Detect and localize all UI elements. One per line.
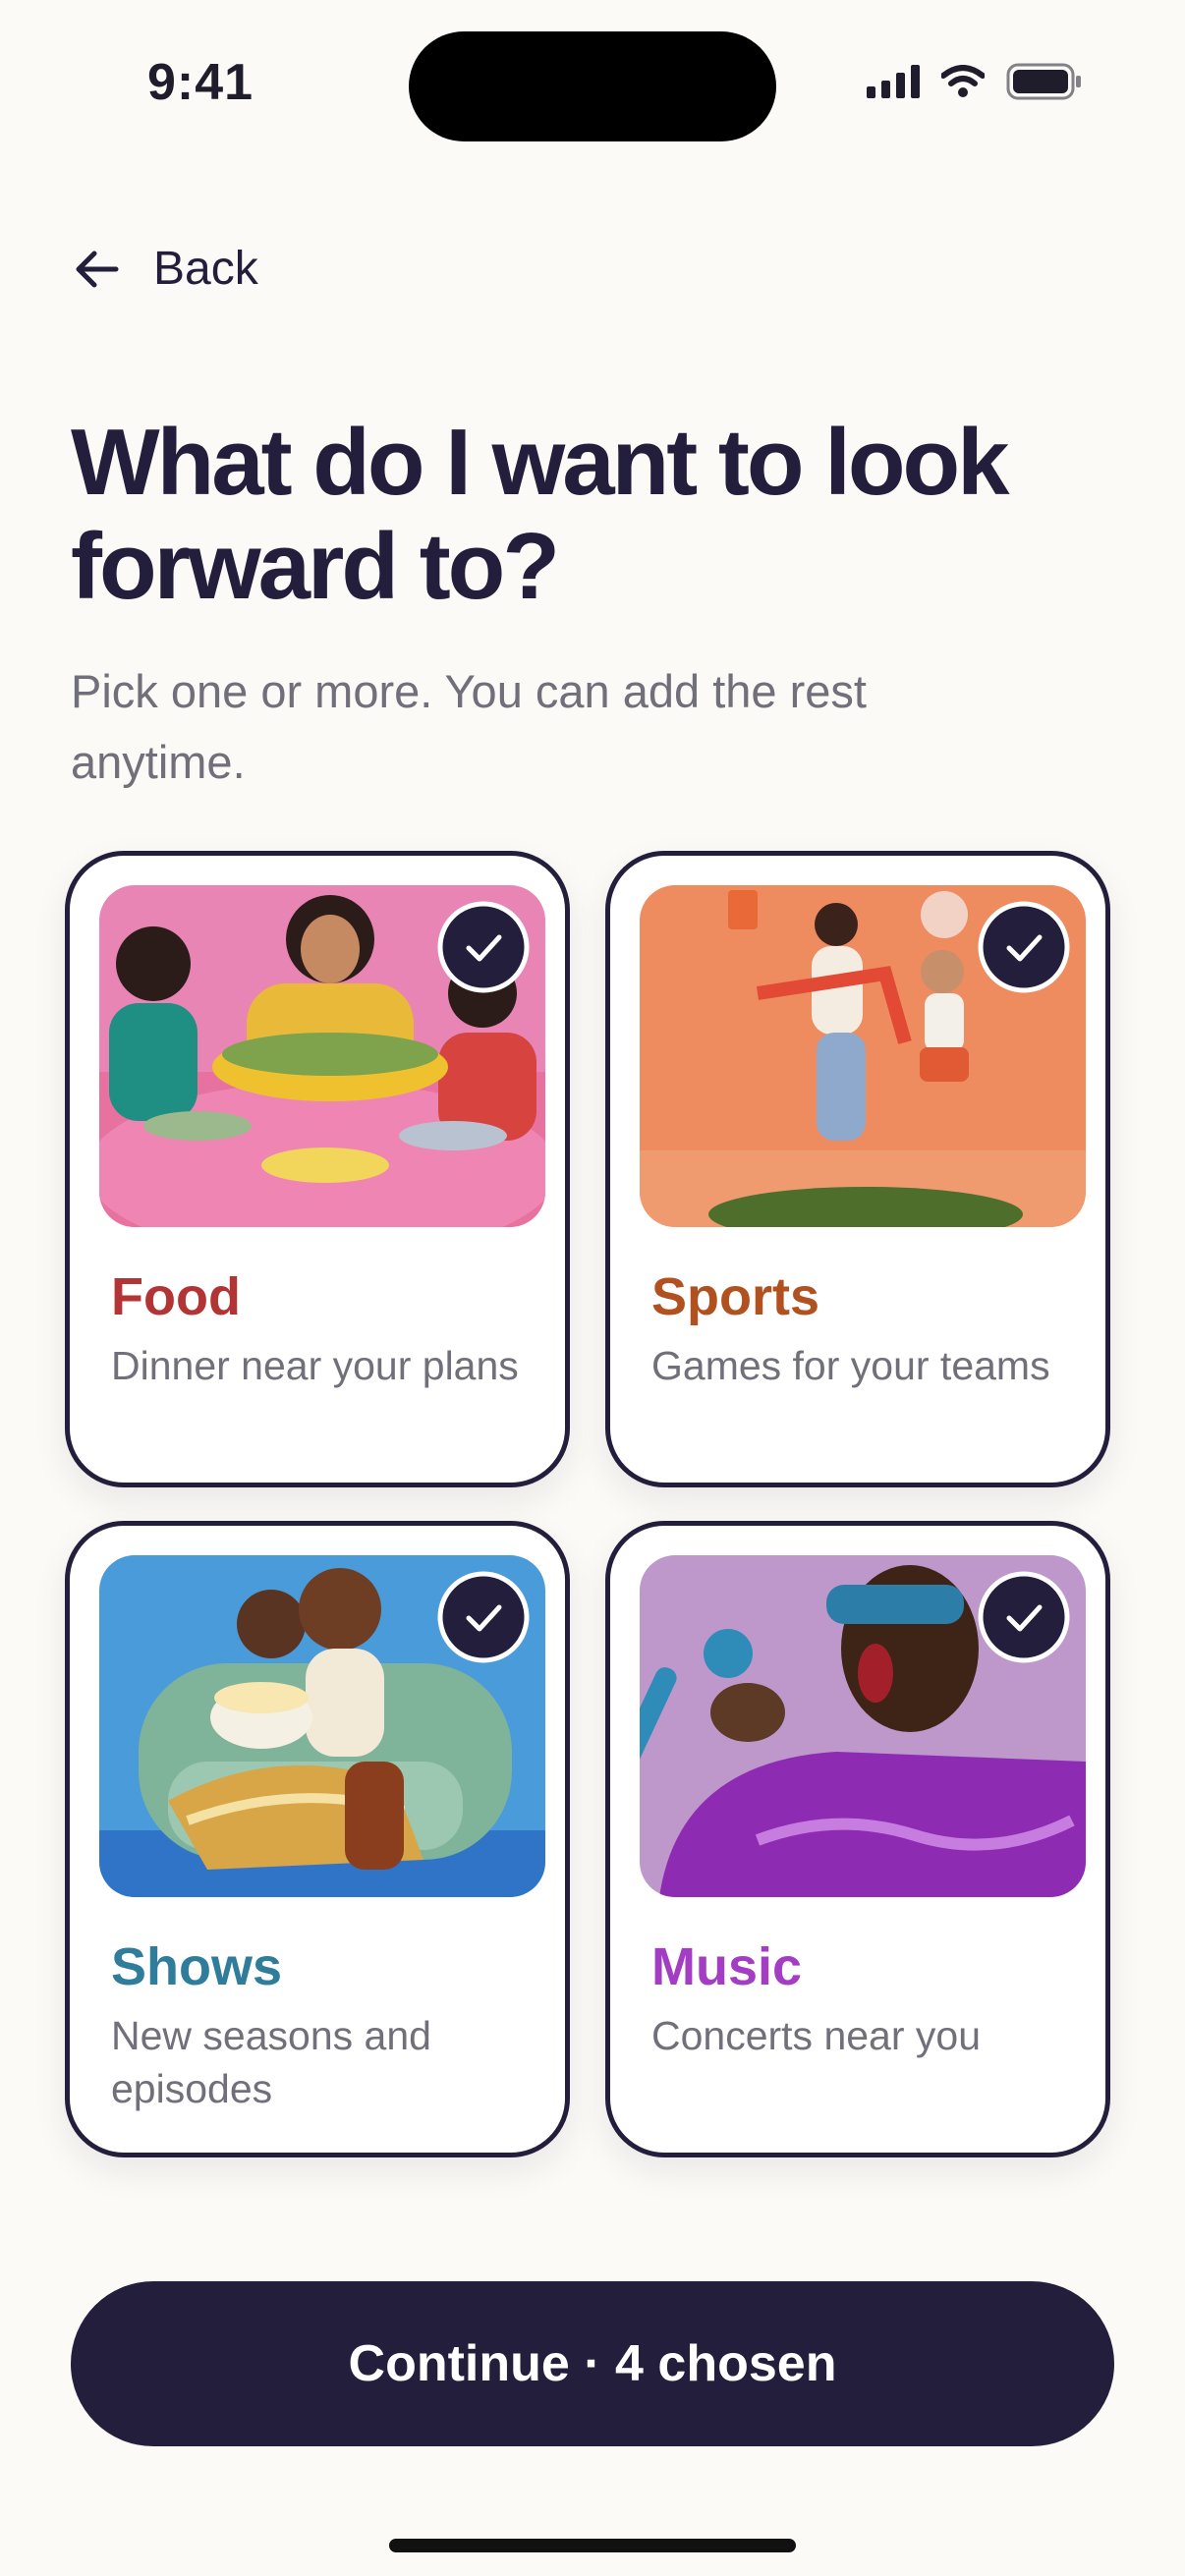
back-label: Back (153, 243, 258, 295)
continue-button[interactable]: Continue · 4 chosen (71, 2281, 1114, 2446)
page-title: What do I want to look forward to? (71, 410, 1010, 619)
checkmark-icon (978, 1571, 1070, 1663)
card-title: Sports (651, 1267, 820, 1326)
interest-card-sports[interactable]: Sports Games for your teams (605, 851, 1110, 1487)
interest-card-food[interactable]: Food Dinner near your plans (65, 851, 570, 1487)
interest-card-shows[interactable]: Shows New seasons and episodes (65, 1521, 570, 2157)
card-title: Shows (111, 1937, 283, 1996)
sports-photo (640, 885, 1086, 1227)
interest-card-music[interactable]: Music Concerts near you (605, 1521, 1110, 2157)
arrow-left-icon (76, 251, 119, 287)
wifi-icon (941, 65, 985, 97)
cellular-signal-icon (867, 65, 920, 98)
card-description: Dinner near your plans (111, 1343, 519, 1388)
home-indicator (389, 2539, 796, 2552)
card-title: Food (111, 1267, 241, 1326)
card-title: Music (651, 1937, 803, 1996)
dynamic-island (409, 31, 776, 141)
checkmark-icon (437, 901, 530, 993)
food-photo (99, 885, 545, 1227)
status-time: 9:41 (147, 54, 254, 111)
checkmark-icon (437, 1571, 530, 1663)
checkmark-icon (978, 901, 1070, 993)
back-button[interactable]: Back (73, 242, 258, 296)
page-subtitle: Pick one or more. You can add the rest a… (71, 665, 867, 788)
card-description: Concerts near you (651, 2013, 982, 2058)
card-description: New seasons and episodes (111, 2013, 431, 2111)
music-photo (640, 1555, 1086, 1897)
card-description: Games for your teams (651, 1343, 1050, 1388)
status-icons (867, 63, 1083, 100)
battery-icon (1006, 63, 1081, 100)
shows-photo (99, 1555, 545, 1897)
